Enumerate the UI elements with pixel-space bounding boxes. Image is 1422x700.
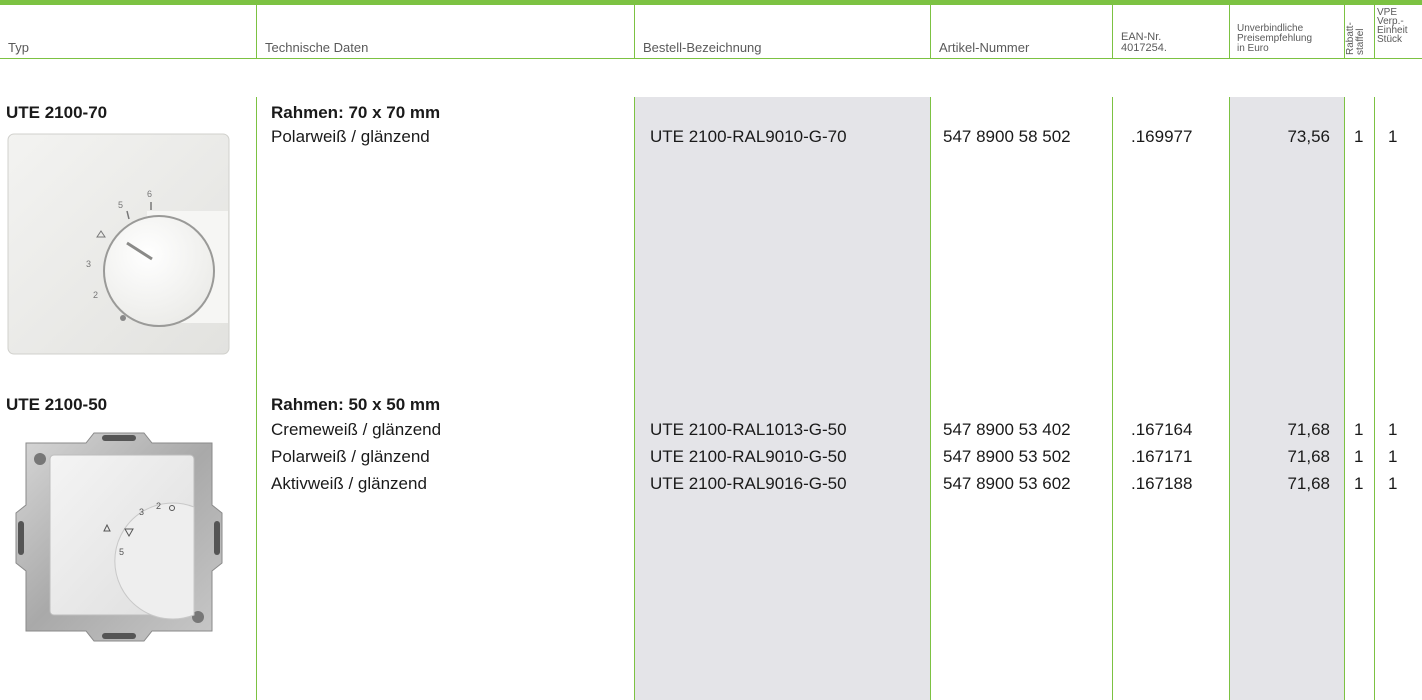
order-code: UTE 2100-RAL9010-G-70 xyxy=(650,127,847,146)
rabatt: 1 xyxy=(1354,474,1364,493)
col-artikel-nummer: Artikel-Nummer xyxy=(930,5,1112,58)
spec-variant: Aktivweiß / glänzend xyxy=(271,474,427,493)
ean-number: .167171 xyxy=(1131,447,1193,466)
dial-label: 2 xyxy=(93,290,98,300)
col-rabatt: Rabatt- staffel xyxy=(1344,5,1374,58)
col-ean-label: EAN-Nr. 4017254. xyxy=(1121,31,1167,54)
col-preis-label: Unverbindliche Preisempfehlung in Euro xyxy=(1237,23,1313,54)
order-code: UTE 2100-RAL1013-G-50 xyxy=(650,420,847,439)
dial-label: 5 xyxy=(118,200,123,210)
dial-label: 6 xyxy=(147,189,152,199)
article-number: 547 8900 53 602 xyxy=(943,474,1071,493)
vpe: 1 xyxy=(1388,447,1398,466)
col-vpe: VPE Verp.- Einheit Stück xyxy=(1374,5,1422,58)
spec-variant: Polarweiß / glänzend xyxy=(271,127,430,146)
dial-label: 3 xyxy=(86,259,91,269)
spec-title: Rahmen: 50 x 50 mm xyxy=(271,395,441,414)
rule-7 xyxy=(1374,97,1375,700)
spec-variant: Cremeweiß / glänzend xyxy=(271,420,442,439)
dial-label: 2 xyxy=(156,501,161,511)
col-artikel-nummer-label: Artikel-Nummer xyxy=(939,40,1030,55)
ean-number: .169977 xyxy=(1131,127,1193,146)
dial-label: 3 xyxy=(139,507,144,517)
vpe: 1 xyxy=(1388,420,1398,439)
col-technische-daten: Technische Daten xyxy=(256,5,634,58)
col-vpe-label: VPE Verp.- Einheit Stück xyxy=(1377,7,1408,45)
col-typ: Typ xyxy=(0,5,256,58)
ean-number: .167164 xyxy=(1131,420,1193,439)
col-preis: Unverbindliche Preisempfehlung in Euro xyxy=(1229,5,1344,58)
rule-1 xyxy=(256,97,257,700)
rabatt: 1 xyxy=(1354,420,1364,439)
price: 73,56 xyxy=(1287,127,1330,146)
shade-preis xyxy=(1229,97,1344,700)
rule-6 xyxy=(1344,97,1345,700)
vpe: 1 xyxy=(1388,474,1398,493)
col-bestell-bezeichnung: Bestell-Bezeichnung xyxy=(634,5,930,58)
article-number: 547 8900 58 502 xyxy=(943,127,1071,146)
thermostat-70-icon: 5 6 3 2 xyxy=(7,133,230,360)
price: 71,68 xyxy=(1287,474,1330,493)
rule-5 xyxy=(1229,97,1230,700)
price: 71,68 xyxy=(1287,420,1330,439)
col-rabatt-label: Rabatt- staffel xyxy=(1345,22,1366,55)
article-number: 547 8900 53 402 xyxy=(943,420,1071,439)
rule-4 xyxy=(1112,97,1113,700)
rabatt: 1 xyxy=(1354,447,1364,466)
product-type: UTE 2100-50 xyxy=(6,395,108,414)
shade-bestell xyxy=(634,97,930,700)
ean-number: .167188 xyxy=(1131,474,1193,493)
dial-label: 5 xyxy=(119,547,124,557)
thermostat-50-icon: 2 3 5 xyxy=(6,425,232,658)
table-header: Typ Technische Daten Bestell-Bezeichnung… xyxy=(0,5,1422,59)
price: 71,68 xyxy=(1287,447,1330,466)
vpe: 1 xyxy=(1388,127,1398,146)
spec-variant: Polarweiß / glänzend xyxy=(271,447,430,466)
spec-title: Rahmen: 70 x 70 mm xyxy=(271,103,441,122)
col-technische-daten-label: Technische Daten xyxy=(265,40,369,55)
rule-3 xyxy=(930,97,931,700)
order-code: UTE 2100-RAL9010-G-50 xyxy=(650,447,847,466)
rabatt: 1 xyxy=(1354,127,1364,146)
article-number: 547 8900 53 502 xyxy=(943,447,1071,466)
col-typ-label: Typ xyxy=(8,40,29,55)
col-bestell-bezeichnung-label: Bestell-Bezeichnung xyxy=(643,40,762,55)
rule-2 xyxy=(634,97,635,700)
order-code: UTE 2100-RAL9016-G-50 xyxy=(650,474,847,493)
product-type: UTE 2100-70 xyxy=(6,103,108,122)
col-ean: EAN-Nr. 4017254. xyxy=(1112,5,1229,58)
